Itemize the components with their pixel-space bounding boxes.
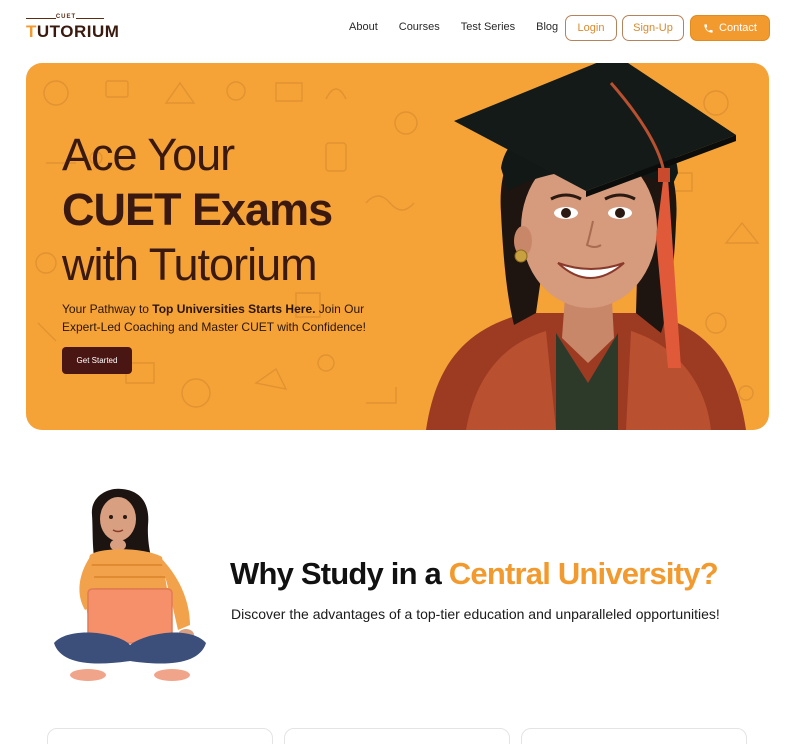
brand-logo[interactable]: CUET TUTORIUM <box>26 14 119 42</box>
logo-accent-letter: T <box>26 22 37 41</box>
feature-card <box>284 728 510 744</box>
hero-subtitle-bold: Top Universities Starts Here. <box>152 302 316 316</box>
hero-banner: Ace Your CUET Exams with Tutorium Your P… <box>26 63 769 430</box>
graduate-student-photo <box>426 63 746 430</box>
hero-title-line3: with Tutorium <box>62 239 318 290</box>
nav-link-blog[interactable]: Blog <box>536 21 558 33</box>
phone-icon <box>704 23 713 33</box>
hero-title-line2: CUET Exams <box>62 184 333 235</box>
nav-link-test-series[interactable]: Test Series <box>461 21 515 33</box>
nav-link-about[interactable]: About <box>349 21 378 33</box>
hero-subtitle-pre: Your Pathway to <box>62 302 153 316</box>
hero-subtitle: Your Pathway to Top Universities Starts … <box>62 300 402 336</box>
nav-link-courses[interactable]: Courses <box>399 21 440 33</box>
hero-title: Ace Your CUET Exams with Tutorium <box>62 127 333 292</box>
logo-name: TUTORIUM <box>26 22 120 41</box>
why-subtitle: Discover the advantages of a top-tier ed… <box>231 606 720 622</box>
feature-card <box>521 728 747 744</box>
contact-label: Contact <box>719 22 757 34</box>
why-title-accent: Central University? <box>448 556 719 591</box>
why-title-pre: Why Study in a <box>230 556 449 591</box>
why-title: Why Study in a Central University? <box>230 556 719 592</box>
logo-tag: CUET <box>55 14 77 20</box>
student-with-laptop-photo <box>54 488 206 681</box>
nav-links: About Courses Test Series Blog <box>349 21 558 33</box>
login-button[interactable]: Login <box>565 15 617 41</box>
get-started-button[interactable]: Get Started <box>62 347 132 374</box>
hero-title-line1: Ace Your <box>62 129 235 180</box>
signup-button[interactable]: Sign-Up <box>622 15 684 41</box>
top-nav: CUET TUTORIUM About Courses Test Series … <box>0 0 795 56</box>
logo-line-right <box>76 18 104 19</box>
feature-card <box>47 728 273 744</box>
contact-button[interactable]: Contact <box>690 15 770 41</box>
